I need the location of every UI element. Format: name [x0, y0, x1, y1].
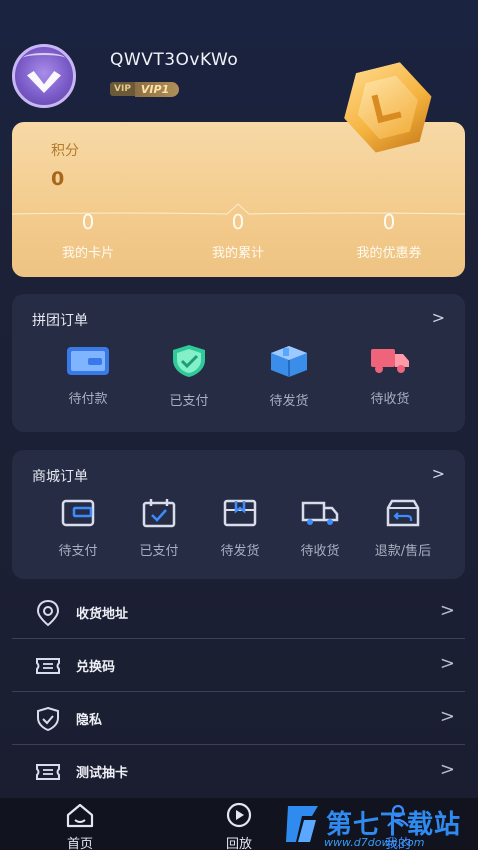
tab-label: 首页	[66, 837, 93, 850]
mall-orders-more-icon[interactable]: >	[432, 464, 445, 483]
truck-icon	[301, 501, 339, 525]
mall-order-pending-ship[interactable]: 待发货	[200, 498, 280, 559]
mall-order-refund[interactable]: 退款/售后	[358, 498, 448, 559]
menu-label: 测试抽卡	[76, 766, 129, 781]
shield-check-icon	[173, 345, 205, 377]
order-label: 退款/售后	[374, 544, 432, 559]
mall-order-pending-receive[interactable]: 待收货	[280, 498, 360, 559]
chevron-right-icon: >	[439, 706, 455, 727]
return-box-icon	[386, 499, 420, 527]
avatar-arc	[23, 53, 65, 63]
group-order-pending-ship[interactable]: 待发货	[249, 344, 329, 409]
mall-order-paid[interactable]: 已支付	[119, 498, 199, 559]
order-label: 待支付	[58, 544, 98, 559]
box-icon	[271, 346, 307, 377]
menu-label: 隐私	[76, 713, 103, 728]
tab-home[interactable]: 首页	[50, 802, 110, 850]
stat-label: 我的卡片	[61, 246, 114, 261]
stat-value: 0	[81, 210, 95, 234]
order-label: 待收货	[370, 392, 410, 407]
stat-value: 0	[382, 210, 396, 234]
chevron-right-icon: >	[439, 600, 455, 621]
points-label: 积分	[51, 143, 79, 159]
menu-item-address[interactable]: 收货地址 >	[12, 587, 465, 639]
order-label: 待发货	[220, 544, 260, 559]
vip-badge: VIP VIP1	[110, 80, 180, 98]
mall-orders-title: 商城订单	[32, 469, 88, 485]
menu-item-privacy[interactable]: 隐私 >	[12, 693, 465, 745]
ticket-icon	[36, 764, 60, 780]
stat-label: 我的优惠券	[356, 246, 422, 261]
menu-label: 收货地址	[76, 607, 129, 622]
truck-icon	[371, 349, 409, 373]
stat-my-total[interactable]: 0 我的累计	[178, 210, 298, 261]
stat-my-coupons[interactable]: 0 我的优惠券	[329, 210, 449, 261]
tab-replay[interactable]: 回放	[209, 802, 269, 850]
stat-value: 0	[231, 210, 245, 234]
order-label: 待付款	[68, 392, 108, 407]
stat-my-cards[interactable]: 0 我的卡片	[28, 210, 148, 261]
shield-icon	[37, 706, 59, 732]
watermark-logo-icon	[286, 806, 318, 842]
vip-level: VIP1	[134, 81, 180, 97]
location-icon	[36, 599, 60, 627]
menu-label: 兑换码	[76, 660, 116, 675]
group-orders-panel: 拼团订单 > 待付款 已支付 待发货 待收货	[12, 294, 465, 432]
watermark: 第七下载站 www.d7down.com	[284, 800, 478, 850]
ticket-icon	[36, 658, 60, 674]
group-order-paid[interactable]: 已支付	[149, 344, 229, 409]
menu-item-test-draw[interactable]: 测试抽卡 >	[12, 746, 465, 798]
mall-order-pending-payment[interactable]: 待支付	[38, 498, 118, 559]
order-label: 已支付	[169, 394, 209, 409]
package-icon	[223, 499, 257, 527]
card-icon	[67, 347, 109, 375]
order-label: 已支付	[139, 544, 179, 559]
tab-label: 回放	[225, 837, 252, 850]
watermark-url: www.d7down.com	[324, 836, 425, 849]
vip-tag: VIP	[110, 82, 135, 96]
wallet-icon	[61, 499, 95, 527]
stat-label: 我的累计	[211, 246, 264, 261]
chevron-right-icon: >	[439, 759, 455, 780]
home-icon	[66, 803, 94, 828]
avatar-logo-icon	[27, 71, 61, 93]
points-value: 0	[51, 168, 65, 190]
username: QWVT3OvKWo	[110, 50, 239, 70]
calendar-check-icon	[142, 499, 176, 528]
chevron-right-icon: >	[439, 653, 455, 674]
group-order-pending-receive[interactable]: 待收货	[350, 346, 430, 407]
mall-orders-panel: 商城订单 > 待支付 已支付 待发货 待收货 退款/售后	[12, 450, 465, 579]
order-label: 待收货	[300, 544, 340, 559]
play-icon	[226, 802, 252, 828]
order-label: 待发货	[269, 394, 309, 409]
group-orders-more-icon[interactable]: >	[432, 308, 445, 327]
group-orders-title: 拼团订单	[32, 313, 88, 329]
group-order-pending-payment[interactable]: 待付款	[48, 346, 128, 407]
avatar[interactable]	[12, 44, 76, 108]
menu-item-redeem-code[interactable]: 兑换码 >	[12, 640, 465, 692]
